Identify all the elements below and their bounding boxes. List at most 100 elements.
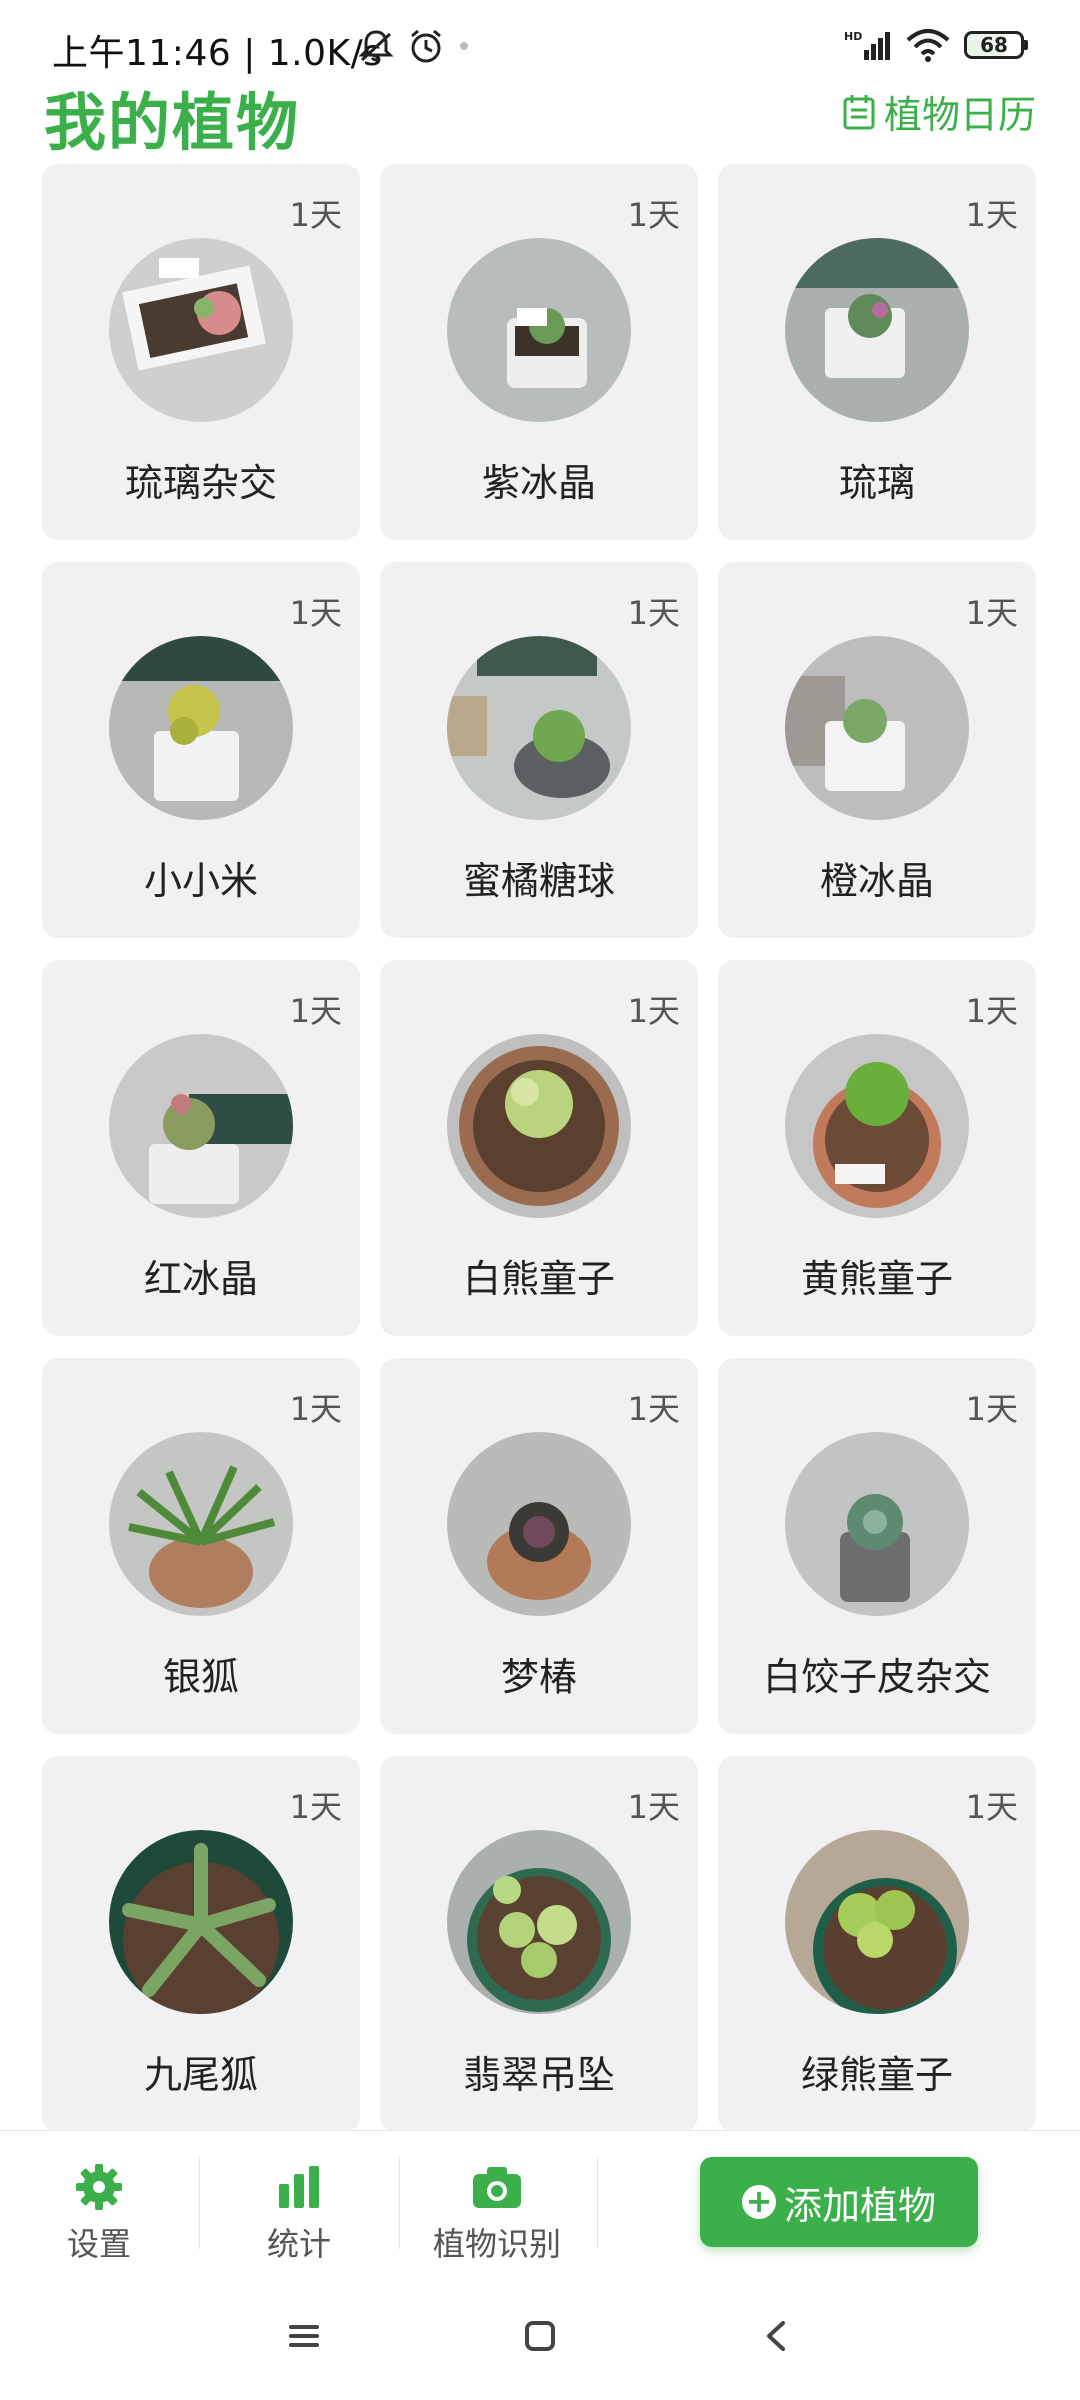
plant-photo xyxy=(447,238,631,422)
days-count: 1天 xyxy=(627,1390,680,1428)
calendar-icon xyxy=(843,94,875,129)
add-plant-label: 添加植物 xyxy=(783,2183,936,2228)
plant-photo xyxy=(447,1034,631,1218)
status-time: 上午11:46 | 1.0K/s xyxy=(52,33,383,74)
plant-name: 绿熊童子 xyxy=(800,2053,953,2097)
status-left-icons xyxy=(356,26,472,66)
page-title: 我的植物 xyxy=(44,86,301,159)
status-bar: 上午11:46 | 1.0K/s HD 68 xyxy=(0,0,1080,80)
system-navigation-bar xyxy=(0,2270,1080,2400)
plant-card[interactable]: 1天 蜜橘糖球 xyxy=(380,562,698,938)
back-button[interactable] xyxy=(746,2314,806,2358)
menu-button[interactable] xyxy=(274,2314,334,2358)
plant-card[interactable]: 1天 琉璃 xyxy=(718,164,1036,540)
plant-card[interactable]: 1天 翡翠吊坠 xyxy=(380,1756,698,2132)
days-count: 1天 xyxy=(289,1390,342,1428)
network-type: HD xyxy=(844,30,862,43)
status-right-icons: HD 68 xyxy=(844,28,1028,62)
plant-photo xyxy=(109,1034,293,1218)
days-count: 1天 xyxy=(965,1788,1018,1826)
plant-grid: 1天 琉璃杂交 1天 紫冰晶 1天 琉璃 1天 小小米 1天 蜜橘糖球 1天 橙… xyxy=(42,164,1040,2132)
days-count: 1天 xyxy=(289,992,342,1030)
stats-label: 统计 xyxy=(266,2225,331,2263)
camera-icon xyxy=(473,2167,521,2208)
plant-photo xyxy=(109,636,293,820)
plant-name: 黄熊童子 xyxy=(800,1257,953,1301)
plant-card[interactable]: 1天 梦椿 xyxy=(380,1358,698,1734)
plant-calendar-label: 植物日历 xyxy=(883,93,1036,137)
plant-name: 琉璃 xyxy=(838,461,915,505)
divider xyxy=(597,2157,598,2249)
plant-photo xyxy=(785,1034,969,1218)
plant-name: 蜜橘糖球 xyxy=(462,859,615,903)
plant-name: 紫冰晶 xyxy=(481,461,596,505)
plant-photo xyxy=(109,238,293,422)
days-count: 1天 xyxy=(965,594,1018,632)
battery-indicator: 68 xyxy=(964,31,1028,59)
stats-button[interactable]: 统计 xyxy=(224,2161,374,2265)
plant-photo xyxy=(447,1830,631,2014)
battery-level: 68 xyxy=(980,33,1008,57)
plant-name: 翡翠吊坠 xyxy=(462,2053,615,2097)
days-count: 1天 xyxy=(289,594,342,632)
plant-card[interactable]: 1天 黄熊童子 xyxy=(718,960,1036,1336)
gear-icon xyxy=(76,2164,122,2210)
plant-photo xyxy=(785,1830,969,2014)
home-button[interactable] xyxy=(510,2314,570,2358)
divider xyxy=(199,2157,200,2249)
settings-button[interactable]: 设置 xyxy=(24,2161,174,2265)
bottom-action-bar: 设置 统计 植物识别 + 添加植物 xyxy=(0,2130,1080,2271)
plant-photo xyxy=(785,1432,969,1616)
days-count: 1天 xyxy=(289,1788,342,1826)
plus-circle-icon: + xyxy=(741,2185,776,2219)
plant-identify-button[interactable]: 植物识别 xyxy=(422,2161,572,2265)
plant-card[interactable]: 1天 白饺子皮杂交 xyxy=(718,1358,1036,1734)
plant-card[interactable]: 1天 小小米 xyxy=(42,562,360,938)
plant-photo xyxy=(447,1432,631,1616)
plant-card[interactable]: 1天 琉璃杂交 xyxy=(42,164,360,540)
plant-card[interactable]: 1天 红冰晶 xyxy=(42,960,360,1336)
plant-card[interactable]: 1天 银狐 xyxy=(42,1358,360,1734)
plant-card[interactable]: 1天 绿熊童子 xyxy=(718,1756,1036,2132)
plant-card[interactable]: 1天 九尾狐 xyxy=(42,1756,360,2132)
divider xyxy=(399,2157,400,2249)
plant-card[interactable]: 1天 白熊童子 xyxy=(380,960,698,1336)
days-count: 1天 xyxy=(627,594,680,632)
home-square-icon xyxy=(525,2321,555,2351)
plant-name: 梦椿 xyxy=(500,1655,577,1699)
plant-photo xyxy=(109,1830,293,2014)
days-count: 1天 xyxy=(627,1788,680,1826)
days-count: 1天 xyxy=(965,1390,1018,1428)
back-chevron-icon xyxy=(767,2321,785,2351)
alarm-icon xyxy=(411,29,441,63)
plant-name: 橙冰晶 xyxy=(819,859,934,903)
plant-name: 白饺子皮杂交 xyxy=(762,1655,991,1699)
menu-icon xyxy=(289,2325,319,2347)
days-count: 1天 xyxy=(627,992,680,1030)
plant-name: 九尾狐 xyxy=(143,2053,258,2097)
plant-name: 琉璃杂交 xyxy=(124,461,277,505)
bar-chart-icon xyxy=(279,2166,319,2208)
plant-card[interactable]: 1天 橙冰晶 xyxy=(718,562,1036,938)
days-count: 1天 xyxy=(965,196,1018,234)
mute-bell-icon xyxy=(358,30,394,62)
plant-photo xyxy=(447,636,631,820)
plant-name: 白熊童子 xyxy=(462,1257,615,1301)
plant-photo xyxy=(785,636,969,820)
days-count: 1天 xyxy=(289,196,342,234)
plant-photo xyxy=(785,238,969,422)
notification-dot-icon xyxy=(460,42,468,50)
plant-name: 小小米 xyxy=(143,859,258,903)
plant-name: 红冰晶 xyxy=(143,1257,258,1301)
add-plant-button[interactable]: + 添加植物 xyxy=(700,2157,978,2247)
days-count: 1天 xyxy=(965,992,1018,1030)
plant-identify-label: 植物识别 xyxy=(432,2225,561,2263)
plant-photo xyxy=(109,1432,293,1616)
plant-card[interactable]: 1天 紫冰晶 xyxy=(380,164,698,540)
wifi-icon xyxy=(906,29,950,62)
days-count: 1天 xyxy=(627,196,680,234)
settings-label: 设置 xyxy=(66,2225,131,2263)
signal-icon: HD xyxy=(844,30,890,60)
plant-calendar-link[interactable]: 植物日历 xyxy=(842,84,1036,139)
plant-name: 银狐 xyxy=(162,1655,239,1699)
